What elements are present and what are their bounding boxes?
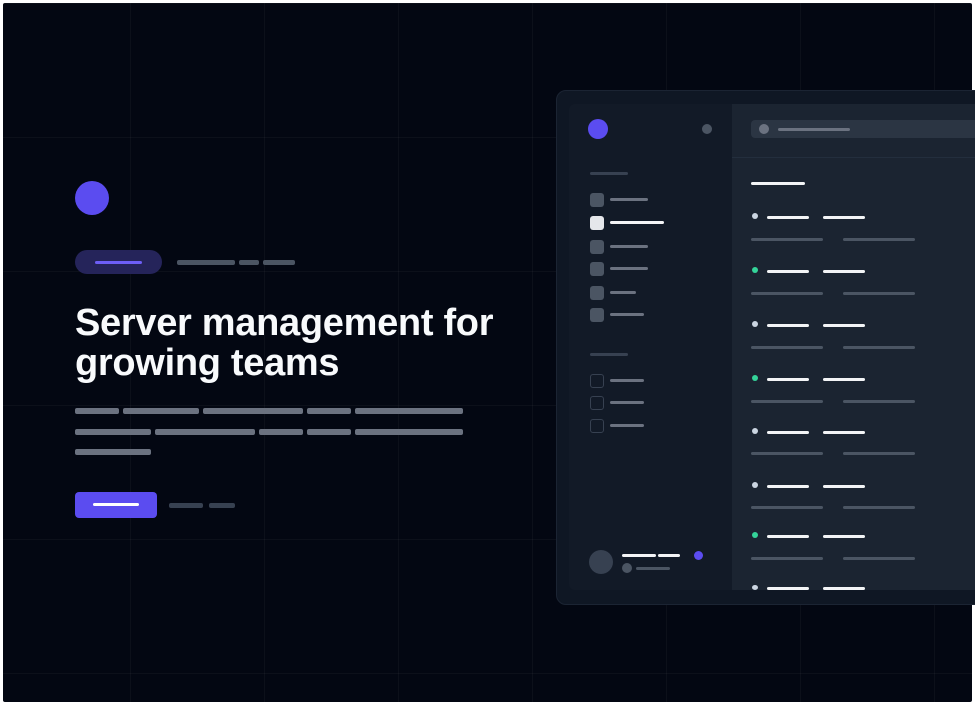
server-meta-placeholder bbox=[823, 378, 865, 381]
server-detail-placeholder bbox=[843, 506, 915, 509]
server-detail-placeholder bbox=[843, 452, 915, 455]
sidebar-item-label[interactable] bbox=[610, 379, 644, 382]
server-meta-placeholder bbox=[823, 216, 865, 219]
search-input[interactable] bbox=[751, 120, 975, 138]
secondary-link-placeholder[interactable] bbox=[209, 503, 235, 508]
nav-icon[interactable] bbox=[590, 396, 604, 410]
sidebar-menu-icon[interactable] bbox=[702, 124, 712, 134]
search-icon bbox=[759, 124, 769, 134]
server-detail-placeholder bbox=[843, 238, 915, 241]
sidebar-section-heading bbox=[590, 353, 628, 356]
server-meta-placeholder bbox=[823, 485, 865, 488]
status-dot bbox=[752, 482, 758, 488]
nav-icon-active[interactable] bbox=[590, 216, 604, 230]
nav-icon[interactable] bbox=[590, 419, 604, 433]
badge-label-placeholder bbox=[95, 261, 142, 264]
user-avatar[interactable] bbox=[589, 550, 613, 574]
panel-title-placeholder bbox=[751, 182, 805, 185]
server-detail-placeholder bbox=[751, 400, 823, 403]
nav-icon[interactable] bbox=[590, 374, 604, 388]
sidebar-item-label[interactable] bbox=[610, 291, 636, 294]
user-email-placeholder bbox=[636, 567, 670, 570]
sidebar-section-heading bbox=[590, 172, 628, 175]
app-sidebar bbox=[569, 104, 732, 590]
server-name-placeholder bbox=[767, 378, 809, 381]
cta-label-placeholder bbox=[93, 503, 139, 506]
brand-logo bbox=[75, 181, 109, 215]
sidebar-item-label[interactable] bbox=[610, 401, 644, 404]
server-detail-placeholder bbox=[843, 557, 915, 560]
user-status-icon bbox=[622, 563, 632, 573]
server-meta-placeholder bbox=[823, 324, 865, 327]
sidebar-item-label[interactable] bbox=[610, 245, 648, 248]
server-name-placeholder bbox=[767, 324, 809, 327]
announcement-text-placeholder[interactable] bbox=[263, 260, 295, 265]
nav-icon[interactable] bbox=[590, 240, 604, 254]
status-dot bbox=[752, 321, 758, 327]
user-name-placeholder bbox=[622, 554, 656, 557]
server-detail-placeholder bbox=[751, 292, 823, 295]
server-detail-placeholder bbox=[751, 557, 823, 560]
workspace-avatar[interactable] bbox=[588, 119, 608, 139]
server-meta-placeholder bbox=[823, 535, 865, 538]
primary-cta-button[interactable] bbox=[75, 492, 157, 518]
status-dot bbox=[752, 428, 758, 434]
status-dot bbox=[752, 213, 758, 219]
server-detail-placeholder bbox=[843, 400, 915, 403]
server-name-placeholder bbox=[767, 535, 809, 538]
announcement-text-placeholder[interactable] bbox=[177, 260, 235, 265]
server-detail-placeholder bbox=[751, 506, 823, 509]
nav-icon[interactable] bbox=[590, 308, 604, 322]
sidebar-item-label[interactable] bbox=[610, 198, 648, 201]
sidebar-item-label-active[interactable] bbox=[610, 221, 664, 224]
sidebar-item-label[interactable] bbox=[610, 267, 648, 270]
status-dot bbox=[752, 267, 758, 273]
sidebar-item-label[interactable] bbox=[610, 313, 644, 316]
announcement-text-placeholder[interactable] bbox=[239, 260, 259, 265]
nav-icon[interactable] bbox=[590, 193, 604, 207]
status-dot bbox=[752, 375, 758, 381]
search-placeholder bbox=[778, 128, 850, 131]
server-name-placeholder bbox=[767, 485, 809, 488]
status-dot bbox=[752, 532, 758, 538]
server-name-placeholder bbox=[767, 270, 809, 273]
nav-icon[interactable] bbox=[590, 262, 604, 276]
window-bottom-edge bbox=[557, 590, 975, 603]
server-meta-placeholder bbox=[823, 270, 865, 273]
notification-dot[interactable] bbox=[694, 551, 703, 560]
server-detail-placeholder bbox=[751, 346, 823, 349]
server-name-placeholder bbox=[767, 431, 809, 434]
nav-icon[interactable] bbox=[590, 286, 604, 300]
announcement-badge[interactable] bbox=[75, 250, 162, 274]
server-detail-placeholder bbox=[751, 238, 823, 241]
server-meta-placeholder bbox=[823, 431, 865, 434]
user-name-placeholder bbox=[658, 554, 680, 557]
hero-headline: Server management for growing teams bbox=[75, 302, 494, 384]
secondary-link-placeholder[interactable] bbox=[169, 503, 203, 508]
server-detail-placeholder bbox=[751, 452, 823, 455]
server-detail-placeholder bbox=[843, 292, 915, 295]
sidebar-item-label[interactable] bbox=[610, 424, 644, 427]
server-detail-placeholder bbox=[843, 346, 915, 349]
server-name-placeholder bbox=[767, 216, 809, 219]
